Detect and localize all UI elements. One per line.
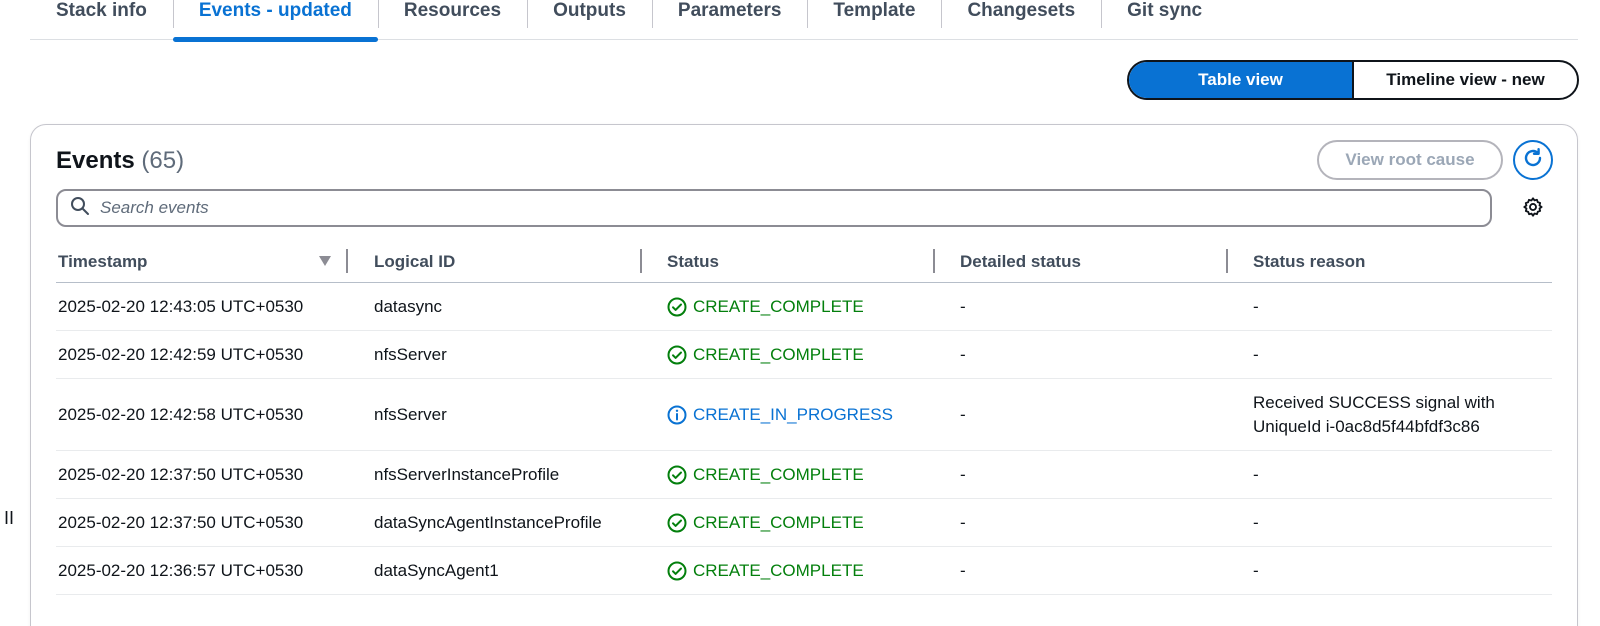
table-row[interactable]: 2025-02-20 12:36:57 UTC+0530 dataSyncAge…	[56, 547, 1552, 595]
detailed-status-cell: -	[960, 464, 966, 484]
check-circle-icon	[667, 297, 687, 316]
logical-id-cell: dataSyncAgent1	[374, 560, 499, 580]
status-badge: CREATE_COMPLETE	[667, 465, 864, 485]
tab-stack-info[interactable]: Stack info	[30, 0, 173, 40]
table-row[interactable]: 2025-02-20 12:37:50 UTC+0530 dataSyncAge…	[56, 499, 1552, 547]
column-header-status-reason[interactable]: Status reason	[1253, 241, 1365, 283]
status-text: CREATE_COMPLETE	[693, 464, 864, 484]
tab-outputs[interactable]: Outputs	[527, 0, 652, 40]
logical-id-cell: dataSyncAgentInstanceProfile	[374, 512, 602, 532]
status-text: CREATE_IN_PROGRESS	[693, 404, 893, 424]
status-reason-cell: Received SUCCESS signal with UniqueId i-…	[1253, 392, 1495, 436]
check-circle-icon	[667, 513, 687, 532]
table-row[interactable]: 2025-02-20 12:42:58 UTC+0530 nfsServer C…	[56, 379, 1552, 451]
table-row[interactable]: 2025-02-20 12:43:05 UTC+0530 datasync CR…	[56, 283, 1552, 331]
detailed-status-cell: -	[960, 560, 966, 580]
tab-git-sync[interactable]: Git sync	[1101, 0, 1228, 40]
search-box	[56, 189, 1492, 227]
search-input[interactable]	[100, 198, 1460, 218]
tab-resources[interactable]: Resources	[377, 0, 527, 40]
status-reason-cell: -	[1253, 464, 1259, 484]
column-resizer[interactable]	[1226, 249, 1228, 273]
status-cell: CREATE_COMPLETE	[667, 331, 864, 378]
column-header-status[interactable]: Status	[667, 241, 719, 283]
status-reason-cell: -	[1253, 344, 1259, 364]
logical-id-cell: nfsServerInstanceProfile	[374, 464, 560, 484]
table-row[interactable]: 2025-02-20 12:37:50 UTC+0530 nfsServerIn…	[56, 451, 1552, 499]
timestamp-cell: 2025-02-20 12:42:58 UTC+0530	[58, 404, 304, 424]
stack-events-page: Stack info Events - updated Resources Ou…	[0, 0, 1600, 626]
timestamp-cell: 2025-02-20 12:37:50 UTC+0530	[58, 464, 304, 484]
events-heading: Events (65)	[56, 147, 184, 175]
column-header-timestamp[interactable]: Timestamp	[58, 241, 147, 283]
refresh-button[interactable]	[1513, 140, 1553, 180]
logical-id-cell: nfsServer	[374, 344, 447, 364]
column-resizer[interactable]	[933, 249, 935, 273]
info-circle-icon	[667, 405, 687, 424]
status-text: CREATE_COMPLETE	[693, 344, 864, 364]
tab-parameters[interactable]: Parameters	[651, 0, 808, 40]
table-preferences-button[interactable]	[1521, 196, 1545, 223]
events-table: Timestamp Logical ID Status Detailed sta…	[56, 241, 1552, 595]
check-circle-icon	[667, 345, 687, 364]
tab-template[interactable]: Template	[807, 0, 941, 40]
table-row[interactable]: 2025-02-20 12:42:59 UTC+0530 nfsServer C…	[56, 331, 1552, 379]
status-cell: CREATE_COMPLETE	[667, 547, 864, 594]
view-root-cause-button[interactable]: View root cause	[1317, 140, 1503, 180]
timeline-view-button[interactable]: Timeline view - new	[1354, 62, 1577, 98]
column-header-detailed-status[interactable]: Detailed status	[960, 241, 1081, 283]
tab-events-updated[interactable]: Events - updated	[172, 0, 378, 42]
sort-descending-icon[interactable]	[318, 254, 332, 272]
detailed-status-cell: -	[960, 344, 966, 364]
status-cell: CREATE_COMPLETE	[667, 451, 864, 498]
status-badge: CREATE_COMPLETE	[667, 297, 864, 317]
status-badge: CREATE_COMPLETE	[667, 561, 864, 581]
status-reason-cell: -	[1253, 512, 1259, 532]
tab-bar: Stack info Events - updated Resources Ou…	[30, 0, 1578, 42]
check-circle-icon	[667, 465, 687, 484]
timestamp-cell: 2025-02-20 12:43:05 UTC+0530	[58, 296, 304, 316]
status-text: CREATE_COMPLETE	[693, 560, 864, 580]
column-header-logical-id[interactable]: Logical ID	[374, 241, 455, 283]
status-text: CREATE_COMPLETE	[693, 512, 864, 532]
logical-id-cell: nfsServer	[374, 404, 447, 424]
drag-handle-icon[interactable]: II	[4, 508, 14, 529]
column-resizer[interactable]	[640, 249, 642, 273]
timestamp-cell: 2025-02-20 12:37:50 UTC+0530	[58, 512, 304, 532]
status-reason-cell: -	[1253, 560, 1259, 580]
detailed-status-cell: -	[960, 512, 966, 532]
table-header: Timestamp Logical ID Status Detailed sta…	[56, 241, 1552, 283]
status-badge: CREATE_IN_PROGRESS	[667, 405, 893, 425]
events-container: Events (65) View root cause Search event…	[30, 124, 1578, 626]
status-reason-cell: -	[1253, 296, 1259, 316]
check-circle-icon	[667, 561, 687, 580]
search-icon	[70, 196, 90, 221]
detailed-status-cell: -	[960, 296, 966, 316]
refresh-icon	[1521, 146, 1545, 175]
status-cell: CREATE_COMPLETE	[667, 283, 864, 330]
events-count: (65)	[141, 147, 185, 174]
view-toggle: Table view Timeline view - new	[1127, 60, 1579, 100]
status-cell: CREATE_COMPLETE	[667, 499, 864, 546]
status-badge: CREATE_COMPLETE	[667, 513, 864, 533]
timestamp-cell: 2025-02-20 12:42:59 UTC+0530	[58, 344, 304, 364]
column-resizer[interactable]	[346, 249, 348, 273]
detailed-status-cell: -	[960, 404, 966, 424]
table-view-button[interactable]: Table view	[1129, 62, 1354, 98]
status-text: CREATE_COMPLETE	[693, 296, 864, 316]
logical-id-cell: datasync	[374, 296, 443, 316]
status-cell: CREATE_IN_PROGRESS	[667, 379, 893, 450]
tab-changesets[interactable]: Changesets	[941, 0, 1101, 40]
status-badge: CREATE_COMPLETE	[667, 345, 864, 365]
timestamp-cell: 2025-02-20 12:36:57 UTC+0530	[58, 560, 304, 580]
gear-icon	[1522, 196, 1544, 223]
events-title: Events	[56, 147, 135, 174]
